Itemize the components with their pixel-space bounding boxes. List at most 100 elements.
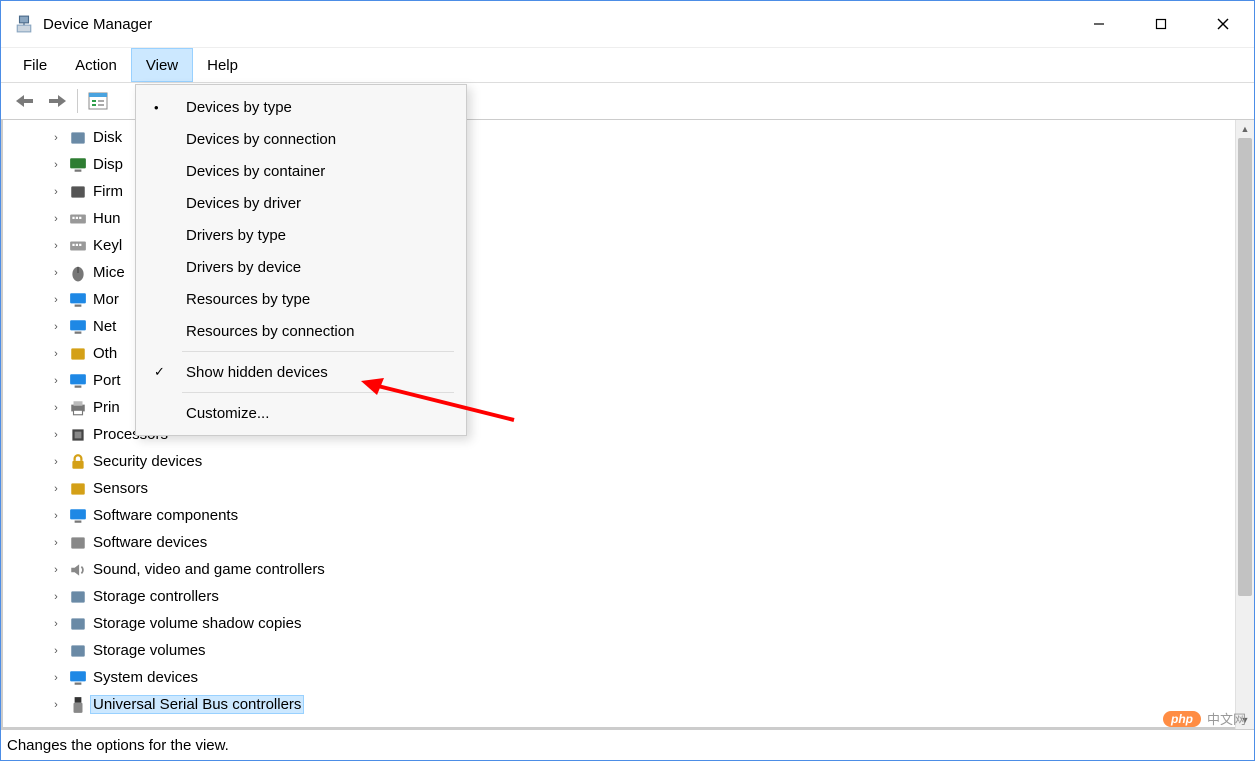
properties-button[interactable] [82, 87, 114, 115]
scrollbar-thumb[interactable] [1238, 138, 1252, 596]
window-controls [1068, 1, 1254, 47]
view-menu-item[interactable]: Resources by type [136, 283, 466, 315]
menu-view[interactable]: View [131, 48, 193, 82]
tree-node[interactable]: › Storage controllers [33, 583, 1235, 610]
toolbar-separator [77, 89, 78, 113]
chevron-right-icon[interactable]: › [49, 240, 63, 252]
tree-node[interactable]: ›Sensors [33, 475, 1235, 502]
view-menu-item[interactable]: Resources by connection [136, 315, 466, 347]
tree-node[interactable]: ›Software devices [33, 529, 1235, 556]
sound-icon [69, 561, 87, 579]
monitor-icon [69, 291, 87, 309]
tree-node-label: Hun [93, 210, 121, 227]
menu-item-label: Devices by connection [186, 131, 336, 148]
chevron-right-icon[interactable]: › [49, 429, 63, 441]
tree-node[interactable]: ›Storage volumes [33, 637, 1235, 664]
tree-node[interactable]: › Storage volume shadow copies [33, 610, 1235, 637]
chevron-right-icon[interactable]: › [49, 132, 63, 144]
chevron-right-icon[interactable]: › [49, 456, 63, 468]
tree-node-label: Port [93, 372, 121, 389]
chevron-right-icon[interactable]: › [49, 510, 63, 522]
mouse-icon [69, 264, 87, 282]
component-icon [69, 507, 87, 525]
view-menu-item[interactable]: Customize... [136, 397, 466, 429]
menu-action[interactable]: Action [61, 48, 131, 82]
chevron-right-icon[interactable]: › [49, 537, 63, 549]
view-menu-item[interactable]: Devices by connection [136, 123, 466, 155]
view-menu-item[interactable]: ✓Show hidden devices [136, 356, 466, 388]
usb-icon [69, 696, 87, 714]
scroll-up-button[interactable]: ▲ [1236, 120, 1254, 138]
volume-icon [69, 642, 87, 660]
view-menu-item[interactable]: •Devices by type [136, 91, 466, 123]
tree-node[interactable]: › Software components [33, 502, 1235, 529]
scrollbar-track[interactable] [1236, 138, 1254, 711]
chevron-right-icon[interactable]: › [49, 699, 63, 711]
view-menu-item[interactable]: Devices by driver [136, 187, 466, 219]
tree-node[interactable]: ›Security devices [33, 448, 1235, 475]
menu-separator [182, 351, 454, 352]
view-dropdown-menu: •Devices by type Devices by connection Dev… [135, 84, 467, 436]
forward-button[interactable] [41, 87, 73, 115]
other-icon [69, 345, 87, 363]
chevron-right-icon[interactable]: › [49, 294, 63, 306]
chevron-right-icon[interactable]: › [49, 591, 63, 603]
chevron-right-icon[interactable]: › [49, 213, 63, 225]
statusbar: Changes the options for the view. [1, 730, 1254, 760]
menu-help[interactable]: Help [193, 48, 252, 82]
status-text: Changes the options for the view. [7, 737, 229, 754]
chevron-right-icon[interactable]: › [49, 159, 63, 171]
menu-item-label: Devices by driver [186, 195, 301, 212]
tree-node-label: Oth [93, 345, 117, 362]
keyboard-icon [69, 210, 87, 228]
chevron-right-icon[interactable]: › [49, 321, 63, 333]
menubar: FileActionViewHelp [1, 48, 1254, 82]
port-icon [69, 372, 87, 390]
menu-separator [182, 392, 454, 393]
chevron-right-icon[interactable]: › [49, 186, 63, 198]
disk-icon [69, 129, 87, 147]
chevron-right-icon[interactable]: › [49, 375, 63, 387]
watermark-badge: php [1163, 711, 1201, 727]
chevron-right-icon[interactable]: › [49, 267, 63, 279]
tree-node[interactable]: › Universal Serial Bus controllers [33, 691, 1235, 718]
tree-node-label: Software components [93, 507, 238, 524]
chevron-right-icon[interactable]: › [49, 402, 63, 414]
app-icon [15, 15, 33, 33]
close-button[interactable] [1192, 1, 1254, 47]
menu-item-label: Show hidden devices [186, 364, 328, 381]
view-menu-item[interactable]: Drivers by type [136, 219, 466, 251]
tree-node-label: Disp [93, 156, 123, 173]
tree-node[interactable]: ›System devices [33, 664, 1235, 691]
chevron-right-icon[interactable]: › [49, 483, 63, 495]
menu-item-label: Devices by container [186, 163, 325, 180]
volume-icon [69, 615, 87, 633]
tree-node-label: Net [93, 318, 116, 335]
view-menu-item[interactable]: Drivers by device [136, 251, 466, 283]
view-menu-item[interactable]: Devices by container [136, 155, 466, 187]
menu-item-label: Drivers by device [186, 259, 301, 276]
menu-file[interactable]: File [9, 48, 61, 82]
chevron-right-icon[interactable]: › [49, 645, 63, 657]
menu-item-label: Customize... [186, 405, 269, 422]
minimize-button[interactable] [1068, 1, 1130, 47]
tree-node-label: Storage controllers [93, 588, 219, 605]
tree-node-label: Firm [93, 183, 123, 200]
device-manager-window: Device Manager FileActionViewHelp › [0, 0, 1255, 761]
tree-node-label: Prin [93, 399, 120, 416]
watermark-text: 中文网 [1207, 709, 1246, 728]
tree-node-label: Storage volume shadow copies [93, 615, 301, 632]
maximize-button[interactable] [1130, 1, 1192, 47]
printer-icon [69, 399, 87, 417]
back-button[interactable] [9, 87, 41, 115]
titlebar: Device Manager [1, 1, 1254, 48]
chevron-right-icon[interactable]: › [49, 672, 63, 684]
chevron-right-icon[interactable]: › [49, 564, 63, 576]
tree-node-label: Universal Serial Bus controllers [90, 695, 304, 714]
cpu-icon [69, 426, 87, 444]
tree-node[interactable]: ›Sound, video and game controllers [33, 556, 1235, 583]
chevron-right-icon[interactable]: › [49, 618, 63, 630]
chevron-right-icon[interactable]: › [49, 348, 63, 360]
tree-node-label: Disk [93, 129, 122, 146]
vertical-scrollbar[interactable]: ▲ ▼ [1235, 120, 1254, 729]
